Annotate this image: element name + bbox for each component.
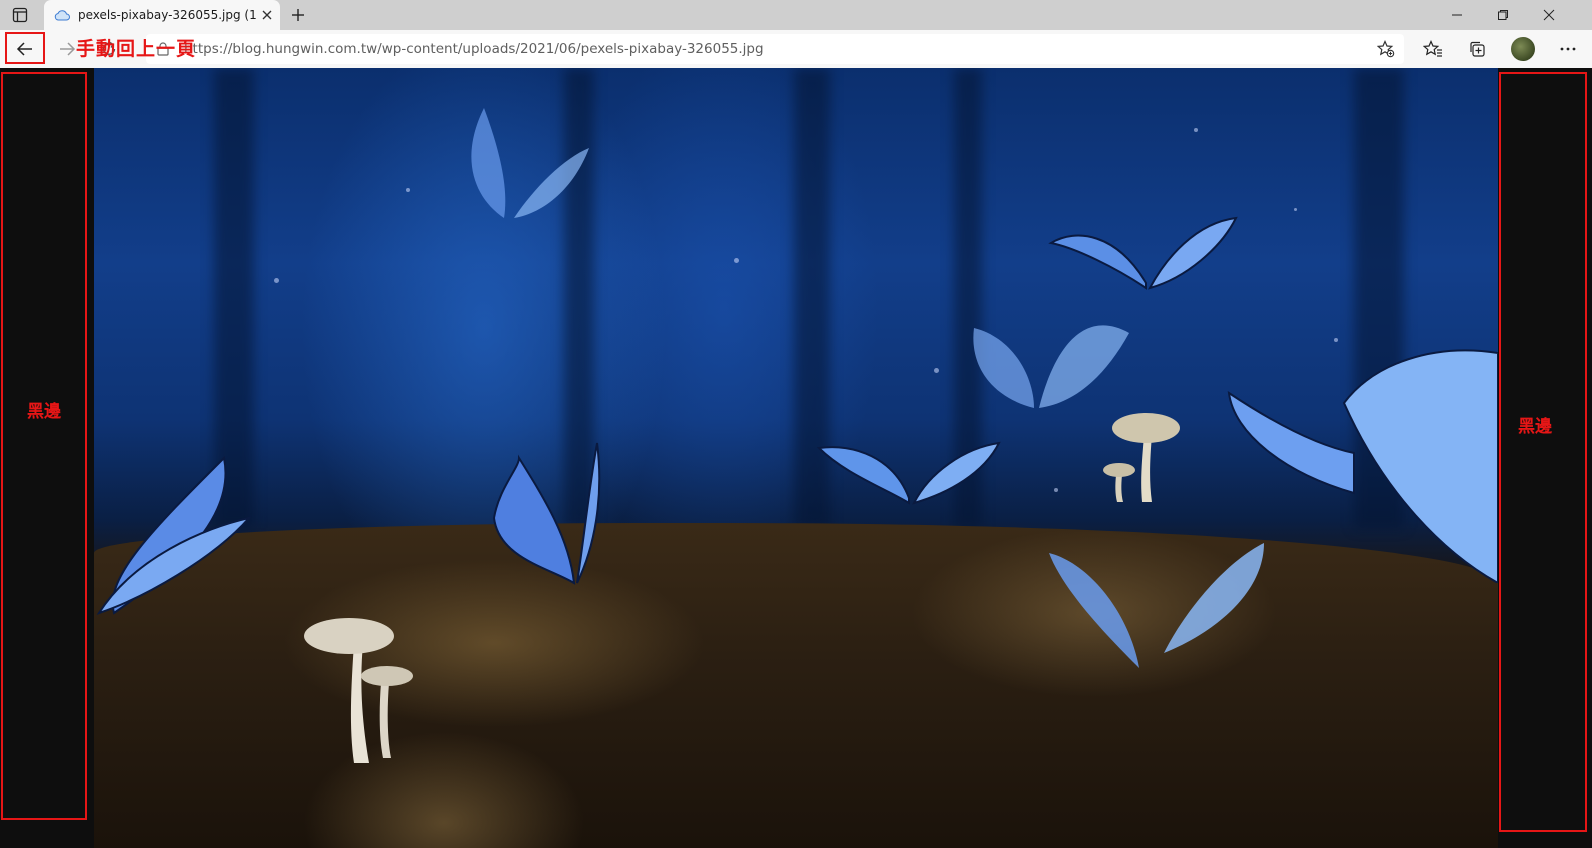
tab-close-button[interactable] xyxy=(260,8,274,22)
butterfly-shape xyxy=(492,442,601,585)
cloud-icon xyxy=(54,10,70,21)
more-icon xyxy=(1560,47,1576,51)
minimize-icon xyxy=(1452,14,1462,16)
plus-icon xyxy=(292,9,304,21)
light-speck xyxy=(1194,128,1198,132)
favorites-icon xyxy=(1423,40,1442,57)
back-annotation-label: 手動回上一頁 xyxy=(76,38,197,60)
arrow-right-icon xyxy=(60,42,76,56)
collections-icon xyxy=(1470,41,1485,57)
light-speck xyxy=(734,258,739,263)
light-speck xyxy=(406,188,410,192)
mushroom-shape xyxy=(304,618,413,763)
restore-icon xyxy=(1498,10,1508,20)
close-icon xyxy=(262,10,272,20)
tab-title: pexels-pixabay-326055.jpg (1920×1280) xyxy=(78,8,256,22)
butterfly-shape xyxy=(816,441,1001,505)
add-favorite-button[interactable] xyxy=(1376,39,1396,59)
tab-actions-icon xyxy=(12,7,28,23)
avatar xyxy=(1511,37,1535,61)
butterfly-shape xyxy=(471,108,589,218)
star-add-icon xyxy=(1377,40,1395,58)
active-tab[interactable]: pexels-pixabay-326055.jpg (1920×1280) xyxy=(44,0,280,30)
close-window-button[interactable] xyxy=(1526,0,1572,30)
right-letterbox-label: 黑邊 xyxy=(1518,417,1552,437)
butterfly-shape xyxy=(96,455,252,615)
light-speck xyxy=(274,278,279,283)
minimize-button[interactable] xyxy=(1434,0,1480,30)
mushroom-shape xyxy=(1103,413,1180,502)
browser-toolbar: https://blog.hungwin.com.tw/wp-content/u… xyxy=(0,30,1592,68)
tab-strip: pexels-pixabay-326055.jpg (1920×1280) xyxy=(0,0,1592,30)
favorites-button[interactable] xyxy=(1418,35,1448,63)
light-speck xyxy=(934,368,939,373)
light-speck xyxy=(1334,338,1338,342)
profile-button[interactable] xyxy=(1508,35,1538,63)
tab-actions-button[interactable] xyxy=(8,4,32,26)
light-speck xyxy=(1294,208,1297,211)
settings-menu-button[interactable] xyxy=(1553,35,1583,63)
close-window-icon xyxy=(1543,9,1555,21)
right-letterbox-highlight xyxy=(1499,72,1587,832)
light-speck xyxy=(1054,488,1058,492)
left-letterbox-label: 黑邊 xyxy=(27,402,61,422)
left-letterbox-highlight xyxy=(1,72,87,820)
address-bar[interactable]: https://blog.hungwin.com.tw/wp-content/u… xyxy=(146,34,1404,64)
new-tab-button[interactable] xyxy=(286,4,310,26)
url-text[interactable]: https://blog.hungwin.com.tw/wp-content/u… xyxy=(184,41,764,57)
restore-button[interactable] xyxy=(1480,0,1526,30)
back-button-highlight xyxy=(5,32,45,64)
collections-button[interactable] xyxy=(1462,35,1492,63)
butterfly-shape xyxy=(1048,216,1238,290)
displayed-image xyxy=(94,68,1498,848)
butterfly-shape xyxy=(1049,543,1264,668)
butterfly-shape xyxy=(973,325,1129,408)
